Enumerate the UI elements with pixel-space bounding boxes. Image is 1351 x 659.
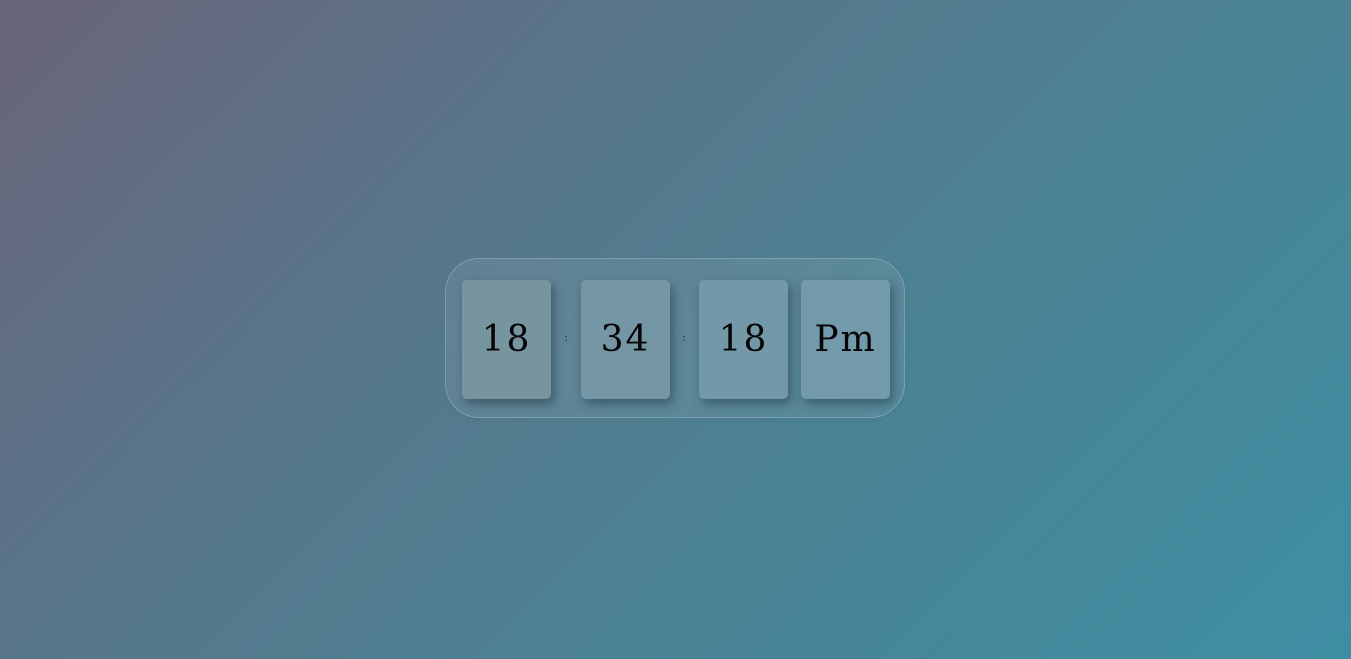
period-value: Pm	[814, 319, 877, 360]
hours-minutes-separator: :	[564, 333, 568, 344]
period-card: Pm	[801, 280, 890, 399]
hours-value: 18	[481, 319, 532, 360]
minutes-card: 34	[581, 280, 670, 399]
seconds-card: 18	[699, 280, 788, 399]
hours-card: 18	[462, 280, 551, 399]
minutes-seconds-separator: :	[682, 333, 686, 344]
seconds-value: 18	[718, 319, 769, 360]
minutes-value: 34	[600, 319, 651, 360]
clock-panel: 18 : 34 : 18 Pm	[445, 258, 905, 418]
